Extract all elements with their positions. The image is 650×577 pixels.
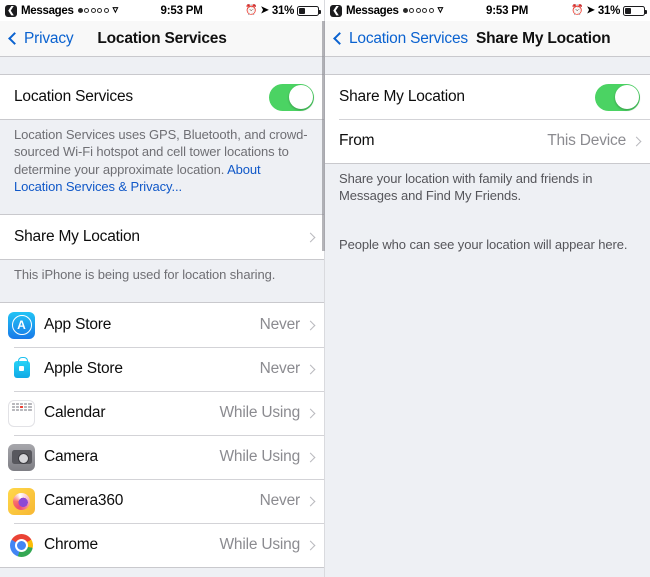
from-value: This Device: [547, 132, 626, 149]
location-services-toggle[interactable]: [269, 83, 314, 111]
status-bar-left-group: ❮ Messages ▿: [5, 4, 118, 17]
table-row[interactable]: Camera While Using: [0, 435, 324, 480]
alarm-icon: ⏰: [571, 4, 584, 16]
share-my-location-toggle[interactable]: [595, 83, 640, 111]
share-my-location-row[interactable]: Share My Location: [325, 75, 650, 119]
share-my-location-label: Share My Location: [14, 228, 140, 246]
carrier-label: Messages: [21, 4, 74, 17]
app-permission-value: Never: [259, 316, 301, 334]
chevron-right-icon: [631, 136, 642, 146]
share-my-location-label: Share My Location: [339, 88, 465, 105]
share-my-location-group: Share My Location: [0, 214, 324, 261]
table-row[interactable]: Camera360 Never: [0, 479, 324, 524]
back-arrow-icon[interactable]: ❮: [5, 4, 17, 17]
app-name: Camera360: [44, 492, 124, 510]
camera-icon: [8, 443, 35, 471]
back-button-privacy[interactable]: Privacy: [8, 29, 74, 48]
panel-divider: [322, 21, 325, 251]
app-permission-value: Never: [259, 360, 301, 378]
app-permission-value: While Using: [219, 448, 301, 466]
chevron-right-icon: [305, 496, 316, 507]
battery-icon: [297, 5, 321, 16]
share-description: Share your location with family and frie…: [339, 171, 593, 204]
camera360-icon: [8, 487, 35, 515]
chevron-right-icon: [305, 540, 316, 551]
left-content: Location Services Location Services uses…: [0, 57, 324, 577]
chevron-right-icon: [305, 320, 316, 331]
battery-percent-label: 31%: [271, 4, 294, 17]
table-row[interactable]: A App Store Never: [0, 303, 324, 348]
location-arrow-icon: ➤: [586, 4, 595, 16]
table-row[interactable]: Calendar While Using: [0, 391, 324, 436]
chevron-right-icon: [305, 364, 316, 375]
app-store-icon: A: [8, 311, 35, 339]
left-nav-bar: Privacy Location Services: [0, 21, 324, 57]
from-row[interactable]: From This Device: [325, 119, 650, 163]
chevron-left-icon: [333, 32, 346, 45]
battery-percent-label: 31%: [597, 4, 620, 17]
location-services-label: Location Services: [14, 88, 133, 105]
calendar-icon: [8, 399, 35, 427]
app-name: Calendar: [44, 404, 106, 422]
status-bar-left-group: ❮ Messages ▿: [330, 4, 443, 17]
signal-strength-icon: [77, 8, 109, 13]
share-settings-group: Share My Location From This Device: [325, 74, 650, 164]
left-screen: ❮ Messages ▿ 9:53 PM ⏰ ➤ 31% Privacy Loc…: [0, 0, 325, 577]
alarm-icon: ⏰: [245, 4, 258, 16]
page-title: Share My Location: [475, 29, 611, 47]
back-button-label: Privacy: [24, 29, 74, 47]
back-button-label: Location Services: [349, 29, 468, 47]
apple-store-icon: [8, 355, 35, 383]
status-bar-right-group: ⏰ ➤ 31%: [571, 4, 647, 17]
app-name: Apple Store: [44, 360, 123, 378]
right-status-bar: ❮ Messages ▿ 9:53 PM ⏰ ➤ 31%: [325, 0, 650, 21]
chevron-right-icon: [305, 232, 316, 243]
app-name: Chrome: [44, 536, 98, 554]
chevron-right-icon: [305, 452, 316, 463]
chrome-icon: [8, 531, 35, 559]
app-permission-value: While Using: [219, 536, 301, 554]
app-permission-value: While Using: [219, 404, 301, 422]
table-row[interactable]: Apple Store Never: [0, 347, 324, 392]
location-services-row[interactable]: Location Services: [0, 75, 324, 119]
status-bar-time: 9:53 PM: [160, 4, 203, 17]
from-label: From: [339, 132, 375, 149]
back-arrow-icon[interactable]: ❮: [330, 4, 342, 17]
location-arrow-icon: ➤: [260, 4, 269, 16]
carrier-label: Messages: [346, 4, 399, 17]
left-status-bar: ❮ Messages ▿ 9:53 PM ⏰ ➤ 31%: [0, 0, 324, 21]
status-bar-right-group: ⏰ ➤ 31%: [245, 4, 321, 17]
description-text: Location Services uses GPS, Bluetooth, a…: [14, 127, 308, 177]
table-row[interactable]: Chrome While Using: [0, 523, 324, 568]
right-screen: ❮ Messages ▿ 9:53 PM ⏰ ➤ 31% Location Se…: [325, 0, 650, 577]
location-services-group: Location Services: [0, 74, 324, 120]
share-my-location-row[interactable]: Share My Location: [0, 215, 324, 260]
status-bar-time: 9:53 PM: [486, 4, 529, 17]
signal-strength-icon: [402, 8, 434, 13]
location-services-description: Location Services uses GPS, Bluetooth, a…: [0, 120, 324, 203]
page-title: Location Services: [97, 29, 227, 47]
chevron-right-icon: [305, 408, 316, 419]
app-permissions-list: A App Store Never Apple Store Never Cale…: [0, 302, 324, 569]
right-content: Share My Location From This Device Share…: [325, 57, 650, 577]
back-button-location-services[interactable]: Location Services: [333, 30, 468, 48]
app-name: App Store: [44, 316, 112, 334]
app-name: Camera: [44, 448, 98, 466]
app-permission-value: Never: [259, 492, 301, 510]
right-nav-bar: Location Services Share My Location: [325, 21, 650, 57]
chevron-left-icon: [8, 32, 21, 45]
dual-screenshot-container: ❮ Messages ▿ 9:53 PM ⏰ ➤ 31% Privacy Loc…: [0, 0, 650, 577]
people-note: People who can see your location will ap…: [339, 236, 628, 252]
share-location-note: This iPhone is being used for location s…: [14, 267, 276, 283]
battery-icon: [623, 5, 647, 16]
